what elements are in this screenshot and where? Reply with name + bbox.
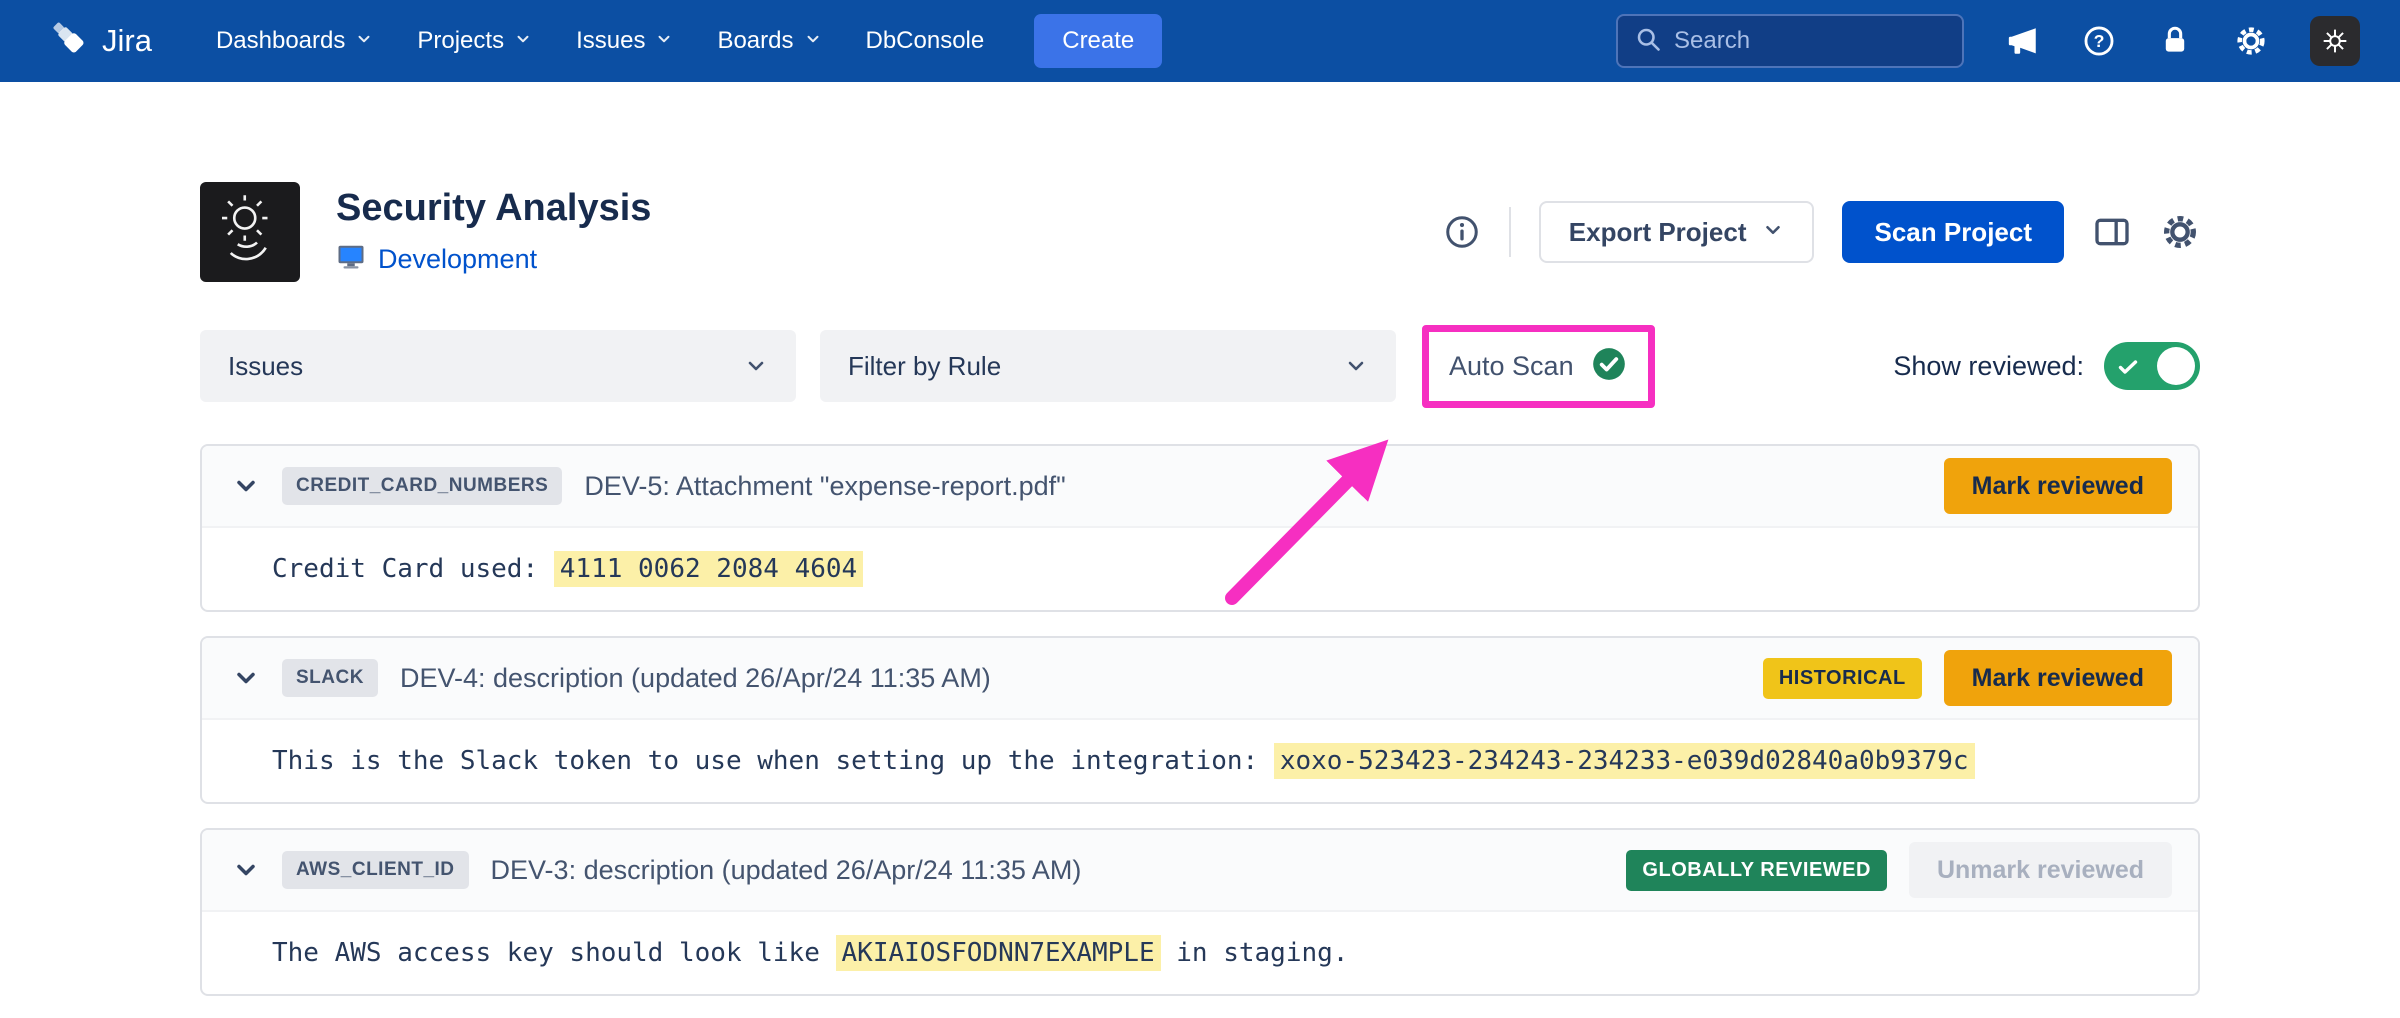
search-input[interactable] (1674, 27, 1946, 55)
card-header: CREDIT_CARD_NUMBERS DEV-5: Attachment "e… (202, 446, 2198, 528)
sensitive-highlight: 4111 0062 2084 4604 (554, 551, 863, 587)
scan-project-button[interactable]: Scan Project (1842, 201, 2064, 263)
body-text: This is the Slack token to use when sett… (272, 746, 1274, 776)
chevron-down-icon (804, 27, 822, 55)
chevron-down-icon (355, 27, 373, 55)
finding-card-dev5: CREDIT_CARD_NUMBERS DEV-5: Attachment "e… (200, 444, 2200, 612)
toggle-knob (2157, 347, 2195, 385)
nav-item-boards[interactable]: Boards (717, 27, 821, 55)
project-avatar (200, 182, 300, 282)
nav-item-projects[interactable]: Projects (417, 27, 532, 55)
chevron-down-icon (514, 27, 532, 55)
sensitive-highlight: AKIAIOSFODNN7EXAMPLE (836, 935, 1161, 971)
show-reviewed-toggle[interactable] (2104, 342, 2200, 390)
check-circle-icon[interactable] (1590, 345, 1628, 388)
software-project-icon (336, 242, 366, 277)
unmark-reviewed-button: Unmark reviewed (1909, 842, 2172, 898)
chevron-down-icon (655, 27, 673, 55)
rule-badge: AWS_CLIENT_ID (282, 851, 469, 889)
top-nav: Jira Dashboards Projects Issues Boards D… (0, 0, 2400, 82)
search-icon (1634, 25, 1662, 58)
historical-badge: HISTORICAL (1763, 658, 1922, 699)
page-title: Security Analysis (336, 187, 651, 230)
brand-name: Jira (102, 23, 152, 59)
findings-list: CREDIT_CARD_NUMBERS DEV-5: Attachment "e… (200, 444, 2200, 1018)
mark-reviewed-button[interactable]: Mark reviewed (1944, 650, 2172, 706)
finding-body: Credit Card used: 4111 0062 2084 4604 (202, 528, 2198, 610)
jira-logo-icon (52, 21, 88, 62)
chevron-down-icon (744, 354, 768, 378)
export-project-button[interactable]: Export Project (1539, 201, 1815, 263)
globally-reviewed-badge: GLOBALLY REVIEWED (1626, 850, 1887, 891)
nav-item-issues[interactable]: Issues (576, 27, 673, 55)
finding-title: DEV-5: Attachment "expense-report.pdf" (584, 471, 1065, 502)
show-reviewed-label: Show reviewed: (1893, 351, 2084, 382)
create-button[interactable]: Create (1034, 14, 1162, 68)
finding-card-dev4: SLACK DEV-4: description (updated 26/Apr… (200, 636, 2200, 804)
card-header: AWS_CLIENT_ID DEV-3: description (update… (202, 830, 2198, 912)
divider (1509, 207, 1511, 257)
nav-item-dashboards[interactable]: Dashboards (216, 27, 373, 55)
body-text: Credit Card used: (272, 554, 554, 584)
card-header: SLACK DEV-4: description (updated 26/Apr… (202, 638, 2198, 720)
gear-icon[interactable] (2234, 24, 2268, 58)
jira-logo[interactable]: Jira (52, 21, 152, 62)
body-text: The AWS access key should look like (272, 938, 836, 968)
auto-scan-label: Auto Scan (1449, 351, 1574, 382)
sensitive-highlight: xoxo-523423-234243-234233-e039d02840a0b9… (1274, 743, 1975, 779)
svg-text:?: ? (2094, 31, 2105, 51)
project-link[interactable]: Development (378, 244, 537, 275)
chevron-down-icon[interactable] (232, 856, 260, 884)
rule-badge: SLACK (282, 659, 378, 697)
mark-reviewed-button[interactable]: Mark reviewed (1944, 458, 2172, 514)
global-search[interactable] (1616, 14, 1964, 68)
user-avatar[interactable] (2310, 16, 2360, 66)
project-header: Security Analysis Development Export Pro… (200, 182, 2200, 282)
detail-panel-icon[interactable] (2092, 212, 2132, 252)
chevron-down-icon (1344, 354, 1368, 378)
chevron-down-icon (1762, 217, 1784, 248)
chevron-down-icon[interactable] (232, 472, 260, 500)
megaphone-icon[interactable] (2006, 24, 2040, 58)
settings-gear-icon[interactable] (2160, 212, 2200, 252)
annotation-highlight-box: Auto Scan (1422, 325, 1655, 408)
check-icon (2116, 355, 2140, 384)
finding-title: DEV-3: description (updated 26/Apr/24 11… (491, 855, 1082, 886)
filter-by-rule-dropdown[interactable]: Filter by Rule (820, 330, 1396, 402)
body-text: in staging. (1161, 938, 1349, 968)
finding-title: DEV-4: description (updated 26/Apr/24 11… (400, 663, 991, 694)
nav-item-dbconsole[interactable]: DbConsole (866, 27, 985, 55)
info-icon[interactable] (1443, 213, 1481, 251)
help-icon[interactable]: ? (2082, 24, 2116, 58)
lock-icon[interactable] (2158, 24, 2192, 58)
finding-card-dev3: AWS_CLIENT_ID DEV-3: description (update… (200, 828, 2200, 996)
finding-body: The AWS access key should look like AKIA… (202, 912, 2198, 994)
filter-bar: Issues Filter by Rule Auto Scan Show rev… (200, 330, 2200, 402)
show-reviewed-control: Show reviewed: (1893, 342, 2200, 390)
chevron-down-icon[interactable] (232, 664, 260, 692)
main-content: Security Analysis Development Export Pro… (0, 182, 2400, 1018)
issues-dropdown[interactable]: Issues (200, 330, 796, 402)
finding-body: This is the Slack token to use when sett… (202, 720, 2198, 802)
rule-badge: CREDIT_CARD_NUMBERS (282, 467, 562, 505)
